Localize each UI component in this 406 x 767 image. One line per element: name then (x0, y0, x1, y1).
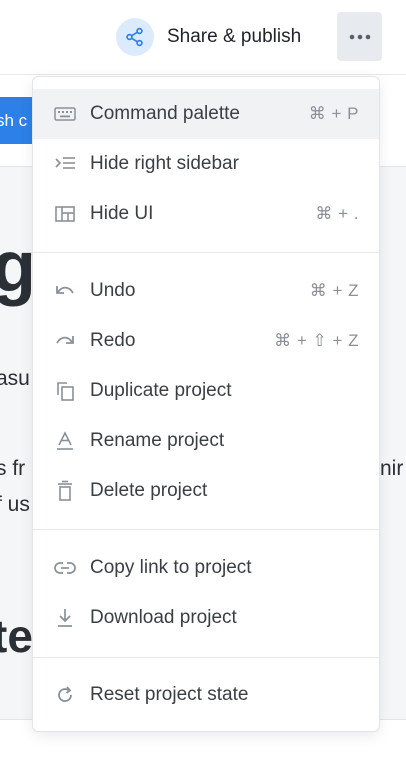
menu-item-shortcut: ⌘ + . (315, 204, 359, 223)
refresh-icon (53, 683, 77, 707)
background-heading: te (0, 610, 33, 662)
trash-icon (53, 479, 77, 503)
menu-item-label: Copy link to project (90, 557, 252, 578)
background-text-line: f us (0, 493, 30, 516)
menu-item-command-palette[interactable]: Command palette ⌘ + P (33, 89, 379, 139)
menu-item-shortcut: ⌘ + P (308, 104, 359, 123)
menu-item-label: Redo (90, 330, 136, 351)
menu-item-undo[interactable]: Undo ⌘ + Z (33, 266, 379, 316)
indent-list-icon (53, 152, 77, 176)
background-text-line: s fr (0, 457, 26, 480)
menu-item-label: Command palette (90, 103, 240, 124)
menu-item-label: Undo (90, 280, 136, 301)
more-horizontal-icon (349, 34, 371, 40)
menu-item-label: Rename project (90, 430, 225, 451)
menu-item-reset-project-state[interactable]: Reset project state (33, 670, 379, 720)
download-icon (53, 606, 77, 630)
menu-item-duplicate-project[interactable]: Duplicate project (33, 366, 379, 416)
rename-icon (53, 429, 77, 453)
menu-item-hide-right-sidebar[interactable]: Hide right sidebar (33, 139, 379, 189)
redo-icon (53, 329, 77, 353)
share-icon (116, 18, 154, 56)
menu-item-shortcut: ⌘ + Z (309, 281, 359, 300)
share-publish-button[interactable]: Share & publish (116, 18, 301, 56)
menu-item-label: Reset project state (90, 684, 249, 705)
share-publish-label: Share & publish (167, 26, 302, 47)
background-heading: g (0, 231, 36, 303)
menu-item-hide-ui[interactable]: Hide UI ⌘ + . (33, 189, 379, 239)
background-text-fragment: nir (380, 457, 404, 480)
menu-divider (33, 252, 379, 253)
menu-item-label: Download project (90, 607, 237, 628)
duplicate-icon (53, 379, 77, 403)
background-button-label: sh c (0, 111, 28, 130)
link-icon (53, 556, 77, 580)
layout-icon (53, 202, 77, 226)
menu-divider (33, 657, 379, 658)
menu-divider (33, 529, 379, 530)
more-options-button[interactable] (337, 12, 382, 61)
menu-item-shortcut: ⌘ + ⇧ + Z (274, 331, 359, 350)
menu-item-label: Hide UI (90, 203, 154, 224)
menu-item-download-project[interactable]: Download project (33, 593, 379, 643)
menu-item-rename-project[interactable]: Rename project (33, 416, 379, 466)
top-bar: Share & publish (0, 0, 406, 75)
menu-item-delete-project[interactable]: Delete project (33, 466, 379, 516)
background-text-line: asu (0, 367, 30, 390)
menu-item-redo[interactable]: Redo ⌘ + ⇧ + Z (33, 316, 379, 366)
keyboard-icon (53, 102, 77, 126)
menu-item-label: Duplicate project (90, 380, 232, 401)
menu-item-label: Delete project (90, 480, 208, 501)
more-options-menu: Command palette ⌘ + P Hide right sidebar… (32, 76, 380, 732)
menu-item-copy-link[interactable]: Copy link to project (33, 543, 379, 593)
menu-item-label: Hide right sidebar (90, 153, 239, 174)
undo-icon (53, 279, 77, 303)
